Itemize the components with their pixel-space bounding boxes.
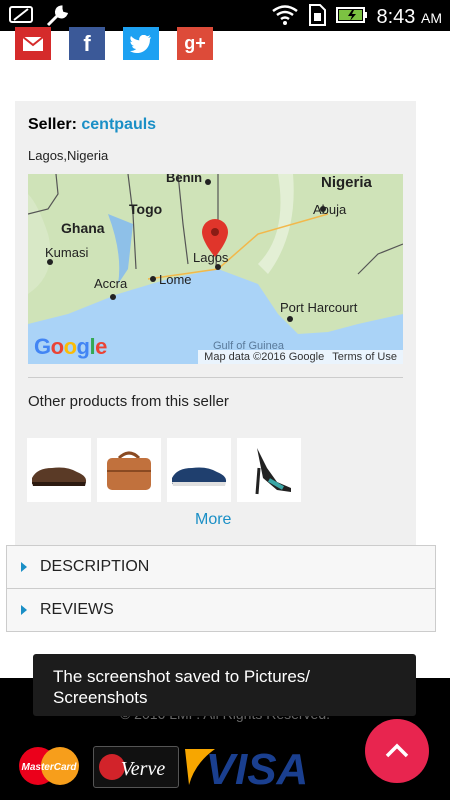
map-label: Togo	[129, 201, 163, 217]
toast-text: The screenshot saved to Pictures/ Screen…	[53, 667, 311, 707]
chevron-up-icon	[385, 743, 409, 758]
map-label: Kumasi	[45, 245, 89, 260]
caret-right-icon	[21, 605, 27, 615]
facebook-icon: f	[83, 30, 91, 56]
wifi-icon	[271, 5, 298, 29]
terms-of-use-link[interactable]: Terms of Use	[332, 351, 397, 363]
product-thumbnail-heel[interactable]	[237, 438, 301, 502]
visa-logo: VISA	[185, 741, 315, 791]
google-plus-icon: g+	[184, 33, 206, 53]
product-accordion: DESCRIPTION REVIEWS	[6, 545, 436, 632]
google-plus-share-button[interactable]: g+	[177, 27, 213, 60]
map-label: Abuja	[313, 202, 347, 217]
seller-colon: :	[71, 116, 77, 133]
facebook-share-button[interactable]: f	[69, 27, 105, 60]
seller-location: Lagos,Nigeria	[28, 148, 109, 163]
map-label: Nigeria	[321, 174, 372, 191]
divider	[28, 377, 403, 378]
clock: 8:43 AM	[376, 5, 443, 28]
email-share-button[interactable]	[15, 27, 51, 60]
share-bar: f g+	[15, 27, 213, 60]
map-label: Lome	[159, 272, 192, 287]
leather-bag-image	[107, 451, 151, 490]
product-thumbnail-bag[interactable]	[97, 438, 161, 502]
svg-text:MasterCard: MasterCard	[21, 762, 77, 773]
more-products-link[interactable]: More	[195, 511, 231, 529]
description-section-toggle[interactable]: DESCRIPTION	[7, 546, 435, 588]
map-attribution: Map data ©2016 Google Terms of Use	[198, 350, 403, 364]
toast-message: The screenshot saved to Pictures/ Screen…	[33, 654, 416, 716]
map-label: Port Harcourt	[280, 300, 358, 315]
product-thumbnails	[27, 438, 301, 502]
twitter-share-button[interactable]	[123, 27, 159, 60]
seller-map[interactable]: Benin Nigeria Togo Abuja Ghana Kumasi La…	[28, 174, 403, 364]
blue-loafer-image	[172, 467, 227, 486]
product-thumbnail-shoe-brown[interactable]	[27, 438, 91, 502]
svg-text:Verve: Verve	[121, 758, 166, 780]
caret-right-icon	[21, 562, 27, 572]
map-label: Lagos	[193, 250, 229, 265]
product-thumbnail-shoe-blue[interactable]	[167, 438, 231, 502]
battery-icon	[335, 6, 368, 28]
map-label: Benin	[166, 174, 203, 185]
map-label: Ghana	[61, 220, 105, 236]
map-label: Accra	[94, 276, 128, 291]
map-data-text: Map data ©2016 Google	[204, 351, 325, 363]
brown-loafer-image	[32, 467, 87, 486]
twitter-icon	[130, 34, 151, 53]
seller-name-link[interactable]: centpauls	[81, 116, 156, 133]
seller-heading: Seller: centpauls	[28, 116, 156, 134]
sim-icon	[307, 3, 327, 31]
scroll-to-top-button[interactable]	[365, 719, 429, 783]
email-icon	[23, 36, 43, 51]
mastercard-logo: MasterCard	[16, 741, 82, 791]
reviews-section-toggle[interactable]: REVIEWS	[7, 588, 435, 631]
verve-logo: Verve	[93, 746, 179, 788]
seller-label: Seller	[28, 116, 72, 133]
google-logo: Google	[34, 334, 107, 359]
high-heel-image	[255, 448, 291, 495]
other-products-title: Other products from this seller	[28, 393, 229, 410]
seller-panel: Seller: centpauls Lagos,Nigeria Benin Ni…	[15, 101, 416, 545]
reviews-label: REVIEWS	[40, 601, 114, 618]
svg-text:VISA: VISA	[206, 745, 309, 789]
description-label: DESCRIPTION	[40, 558, 150, 575]
